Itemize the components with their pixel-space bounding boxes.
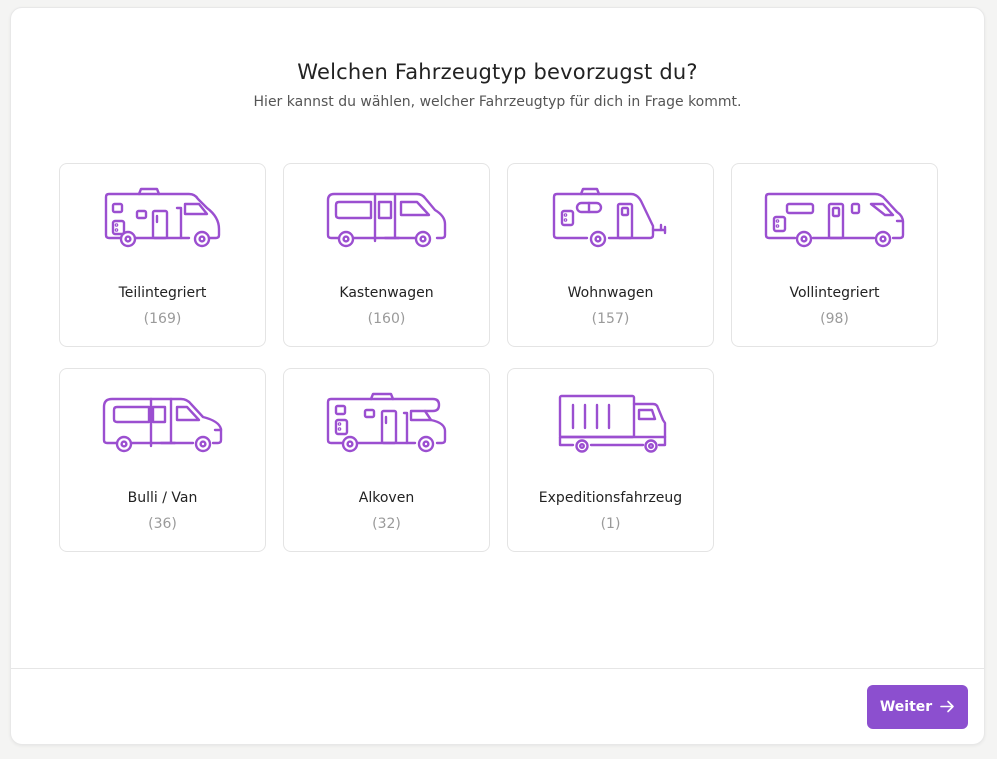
next-button[interactable]: Weiter bbox=[867, 685, 968, 729]
vehicle-tile-wohnwagen[interactable]: Wohnwagen (157) bbox=[507, 163, 714, 347]
vehicle-tile-label: Wohnwagen bbox=[567, 285, 654, 301]
vehicle-tile-label: Teilintegriert bbox=[118, 285, 207, 301]
vehicle-tile-count: (169) bbox=[143, 311, 182, 327]
van-icon bbox=[102, 397, 222, 453]
page-title: Welchen Fahrzeugtyp bevorzugst du? bbox=[297, 60, 698, 84]
wohnwagen-icon bbox=[552, 187, 666, 248]
teilintegriert-icon bbox=[104, 187, 220, 248]
vehicle-tile-label: Expeditionsfahrzeug bbox=[538, 490, 683, 506]
vehicle-type-grid: Teilintegriert (169) Kastenwagen (160) W… bbox=[59, 163, 938, 552]
footer-divider bbox=[11, 668, 984, 669]
vehicle-tile-count: (32) bbox=[372, 516, 401, 532]
next-button-label: Weiter bbox=[879, 699, 933, 715]
vehicle-tile-count: (1) bbox=[600, 516, 621, 532]
vehicle-tile-label: Kastenwagen bbox=[339, 285, 434, 301]
vehicle-tile-count: (36) bbox=[148, 516, 177, 532]
vollintegriert-icon bbox=[764, 192, 904, 248]
vehicle-tile-count: (157) bbox=[591, 311, 630, 327]
vehicle-tile-label: Alkoven bbox=[358, 490, 415, 506]
vehicle-tile-label: Vollintegriert bbox=[789, 285, 880, 301]
expedition-truck-icon bbox=[558, 394, 666, 453]
vehicle-tile-alkoven[interactable]: Alkoven (32) bbox=[283, 368, 490, 552]
vehicle-tile-bulli-van[interactable]: Bulli / Van (36) bbox=[59, 368, 266, 552]
alkoven-icon bbox=[326, 392, 446, 453]
vehicle-tile-vollintegriert[interactable]: Vollintegriert (98) bbox=[731, 163, 938, 347]
vehicle-tile-count: (98) bbox=[820, 311, 849, 327]
vehicle-tile-kastenwagen[interactable]: Kastenwagen (160) bbox=[283, 163, 490, 347]
arrow-right-icon bbox=[940, 698, 955, 717]
vehicle-tile-expeditionsfahrzeug[interactable]: Expeditionsfahrzeug (1) bbox=[507, 368, 714, 552]
selection-card: Welchen Fahrzeugtyp bevorzugst du? Hier … bbox=[10, 7, 985, 745]
vehicle-tile-count: (160) bbox=[367, 311, 406, 327]
vehicle-tile-teilintegriert[interactable]: Teilintegriert (169) bbox=[59, 163, 266, 347]
kastenwagen-icon bbox=[326, 192, 446, 248]
vehicle-tile-label: Bulli / Van bbox=[127, 490, 198, 506]
page-subtitle: Hier kannst du wählen, welcher Fahrzeugt… bbox=[253, 94, 742, 110]
